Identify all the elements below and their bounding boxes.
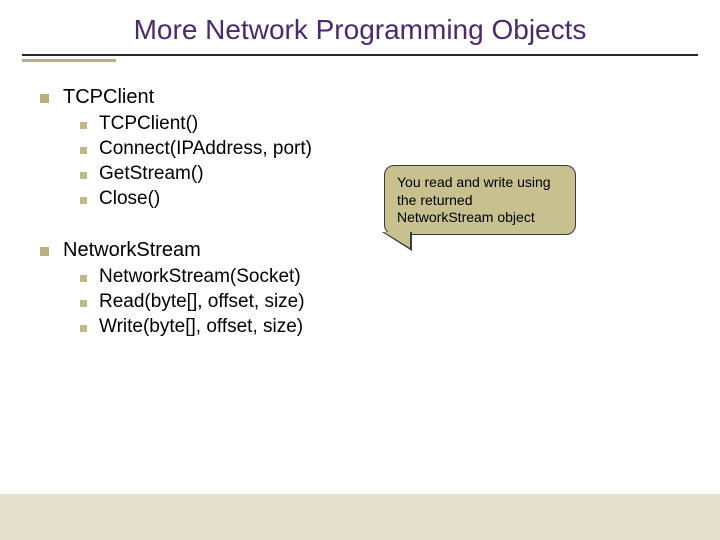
list-subitem-label: NetworkStream(Socket) [99,266,301,288]
bullet-icon [80,122,87,129]
list-subitem-label: Close() [99,188,160,210]
list-item-label: TCPClient [63,86,154,109]
callout-box: You read and write using the returned Ne… [384,165,576,235]
slide-title: More Network Programming Objects [0,14,720,46]
list-subitem-label: GetStream() [99,163,204,185]
content-list: TCPClient TCPClient() Connect(IPAddress,… [40,84,420,341]
rule-gold [22,59,116,62]
list-subitem-label: Write(byte[], offset, size) [99,316,303,338]
bullet-icon [40,247,49,256]
list-item-label: NetworkStream [63,239,201,262]
footer-band [0,494,720,540]
list-subitem: Close() [80,188,420,210]
callout-text: You read and write using the returned Ne… [397,174,551,225]
list-item: TCPClient [40,86,420,109]
list-subitem-label: TCPClient() [99,113,198,135]
bullet-icon [80,275,87,282]
list-subitem: Connect(IPAddress, port) [80,138,420,160]
list-subitem: TCPClient() [80,113,420,135]
list-item: NetworkStream [40,239,420,262]
bullet-icon [80,197,87,204]
slide: More Network Programming Objects TCPClie… [0,0,720,540]
list-subitem-label: Connect(IPAddress, port) [99,138,312,160]
bullet-icon [80,300,87,307]
bullet-icon [80,172,87,179]
list-subitem: Write(byte[], offset, size) [80,316,420,338]
callout-tail [384,232,410,248]
spacer [40,213,420,237]
rule-dark [22,54,698,56]
bullet-icon [80,147,87,154]
bullet-icon [80,325,87,332]
bullet-icon [40,94,49,103]
list-subitem: NetworkStream(Socket) [80,266,420,288]
list-subitem-label: Read(byte[], offset, size) [99,291,305,313]
list-subitem: GetStream() [80,163,420,185]
list-subitem: Read(byte[], offset, size) [80,291,420,313]
title-underline [22,54,698,62]
